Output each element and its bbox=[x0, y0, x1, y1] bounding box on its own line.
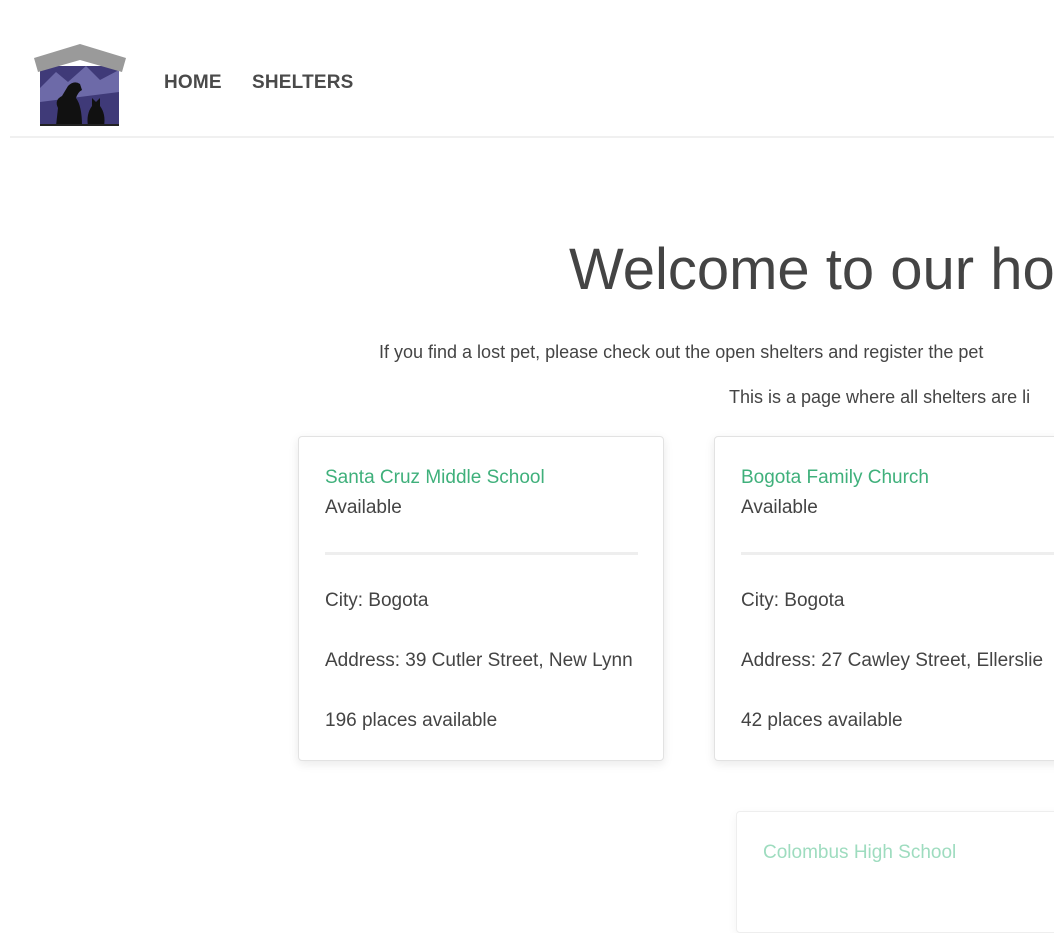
card-divider bbox=[325, 552, 638, 555]
page-title: Welcome to our ho bbox=[569, 237, 1054, 302]
shelter-city: City: Bogota bbox=[325, 590, 429, 611]
shelter-city: City: Bogota bbox=[741, 590, 845, 611]
shelter-address: Address: 27 Cawley Street, Ellerslie bbox=[741, 650, 1044, 671]
hero-subdescription: This is a page where all shelters are li bbox=[729, 387, 1031, 407]
shelter-name-link[interactable]: Santa Cruz Middle School bbox=[325, 467, 545, 489]
shelter-status: Available bbox=[325, 497, 402, 518]
shelter-name-link[interactable]: Colombus High School bbox=[763, 842, 956, 864]
shelter-card[interactable]: Santa Cruz Middle School Available City:… bbox=[298, 436, 664, 761]
shelter-places: 196 places available bbox=[325, 710, 498, 731]
shelter-card[interactable]: Colombus High School bbox=[736, 811, 1054, 933]
nav-home-link[interactable]: HOME bbox=[164, 72, 222, 94]
shelter-card[interactable]: Bogota Family Church Available City: Bog… bbox=[714, 436, 1054, 761]
card-divider bbox=[741, 552, 1054, 555]
shelter-address: Address: 39 Cutler Street, New Lynn bbox=[325, 650, 633, 671]
hero-description: If you find a lost pet, please check out… bbox=[379, 342, 984, 362]
shelter-status: Available bbox=[741, 497, 818, 518]
shelter-logo-icon[interactable] bbox=[34, 42, 126, 128]
top-navbar: HOME SHELTERS bbox=[10, 0, 1054, 138]
shelter-name-link[interactable]: Bogota Family Church bbox=[741, 467, 929, 489]
shelter-places: 42 places available bbox=[741, 710, 903, 731]
nav-shelters-link[interactable]: SHELTERS bbox=[252, 72, 354, 94]
